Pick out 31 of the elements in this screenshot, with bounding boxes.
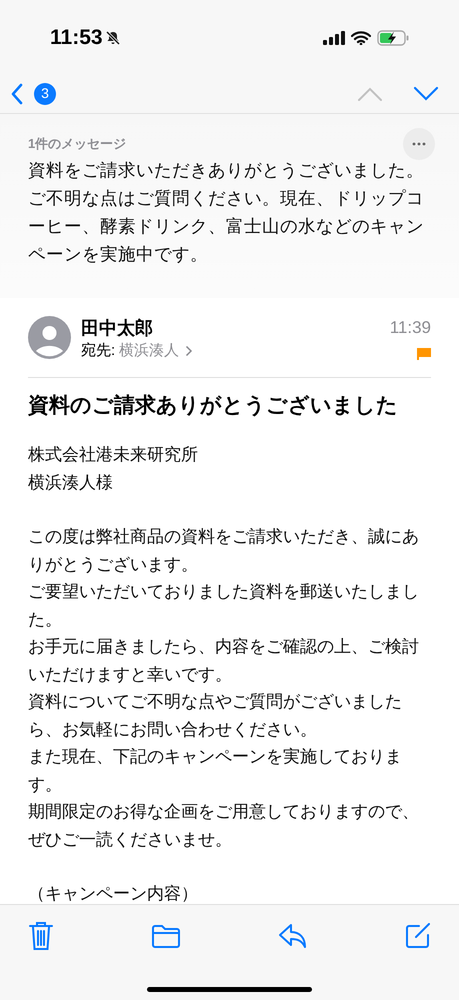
message-summary: 資料をご請求いただきありがとうございました。ご不明な点はご質問ください。現在、ドリップコーヒー、酵素ドリンク、富士山の水などのキャンペーンを実施中です。 [28,159,425,266]
recipient-link[interactable]: 横浜湊人 [119,340,194,362]
signal-icon [323,31,345,45]
ellipsis-icon [412,142,426,146]
back-button[interactable] [10,82,24,104]
next-message-button[interactable] [413,86,439,102]
unread-count-badge: 3 [34,82,56,104]
body-text-line: 期間限定のお得な企画をご用意しておりますので、ぜひご一読くださいませ。 [28,801,420,850]
sender-name: 田中太郎 [81,317,154,340]
message-time: 11:39 [390,317,431,339]
message-count: 1件のメッセージ [28,135,126,154]
folder-button[interactable] [151,923,181,949]
recipient-label: 宛先: [81,341,116,361]
body-text-line: （キャンペーン内容） [28,883,199,905]
wifi-icon [351,31,371,45]
battery-charging-icon [377,30,409,46]
body-text-line: また現在、下記のキャンペーンを実施しております。 [28,746,403,796]
avatar-icon [28,316,71,359]
more-button[interactable] [403,128,435,160]
body-text-line: お手元に届きましたら、内容をご確認の上、ご検討いただけますと幸いです。 [28,636,420,686]
status-time: 11:53 [50,25,103,52]
body-text-line: 株式会社港未来研究所 [28,444,199,466]
body-text-line: この度は弊社商品の資料をご請求いただき、誠にありがとうございます。 [28,526,420,576]
chevron-icon [185,345,194,358]
body-text-line: ご要望いただいておりました資料を郵送いたしました。 [28,581,420,630]
compose-button[interactable] [405,923,431,949]
trash-button[interactable] [28,921,54,951]
body-text-line: 資料についてご不明な点やご質問がございましたら、お気軽にお問い合わせください。 [28,691,403,740]
reply-button[interactable] [278,922,308,950]
message-subject: 資料のご請求ありがとうございました [28,392,399,418]
body-text-line: 横浜湊人様 [28,472,114,494]
